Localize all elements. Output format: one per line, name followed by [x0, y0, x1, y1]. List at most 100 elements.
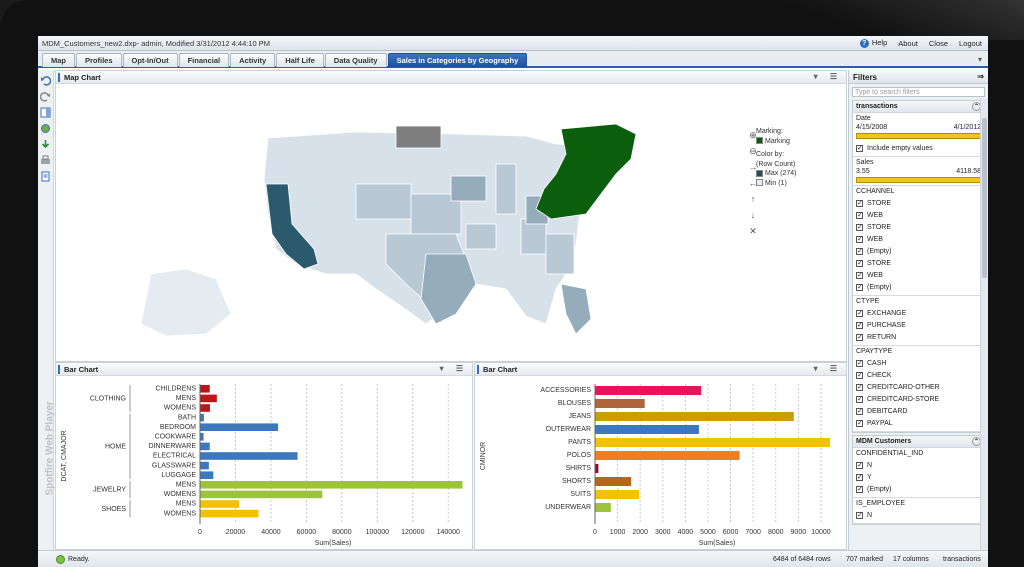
- zoom-out-icon[interactable]: ⊖: [746, 143, 760, 159]
- filter-checkbox[interactable]: ✓ EXCHANGE: [856, 307, 981, 319]
- filter-checkbox[interactable]: ✓ N: [856, 509, 981, 521]
- filter-checkbox[interactable]: ✓ CREDITCARD-OTHER: [856, 381, 981, 393]
- bar[interactable]: [200, 461, 209, 470]
- tab-financial[interactable]: Financial: [178, 53, 230, 67]
- tab-data-quality[interactable]: Data Quality: [324, 53, 387, 67]
- date-to[interactable]: 4/1/2012: [954, 124, 981, 131]
- bar[interactable]: [200, 413, 204, 422]
- filter-checkbox[interactable]: ✓ N: [856, 459, 981, 471]
- bar[interactable]: [595, 438, 830, 447]
- state-alaska[interactable]: [140, 268, 232, 337]
- tab-sales-in-categories-by-geography[interactable]: Sales in Categories by Geography: [387, 53, 528, 67]
- filter-checkbox[interactable]: ✓ DEBITCARD: [856, 405, 981, 417]
- bar[interactable]: [595, 399, 645, 408]
- bar[interactable]: [595, 451, 740, 460]
- filter-search-input[interactable]: Type to search filters: [852, 87, 985, 97]
- state-north-dakota[interactable]: [395, 125, 442, 149]
- bar-chart-right[interactable]: 0 1000 2000 3000 4000 5000 6000 7000 8000 9000 100…: [475, 376, 846, 549]
- bar[interactable]: [200, 471, 214, 479]
- pan-left-icon[interactable]: ←: [746, 175, 760, 191]
- bar[interactable]: [200, 490, 323, 499]
- page-tabs: Map Profiles Opt-In/Out Financial Activity Ha…: [38, 51, 988, 68]
- logout-link[interactable]: Logout: [959, 39, 982, 48]
- filter-checkbox[interactable]: ✓ STORE: [856, 257, 981, 269]
- filter-checkbox[interactable]: ✓ WEB: [856, 269, 981, 281]
- filter-checkbox[interactable]: ✓ (Empty): [856, 281, 981, 293]
- tab-menu-icon[interactable]: ▾: [978, 55, 982, 64]
- us-map[interactable]: [56, 84, 846, 361]
- print-icon[interactable]: [40, 155, 51, 166]
- bar[interactable]: [200, 394, 217, 403]
- bar[interactable]: [200, 481, 463, 489]
- filter-checkbox[interactable]: ✓ CHECK: [856, 369, 981, 381]
- tab-opt-in-out[interactable]: Opt-In/Out: [122, 53, 178, 67]
- x-tick-label: 140000: [437, 529, 460, 536]
- filter-checkbox[interactable]: ✓ WEB: [856, 233, 981, 245]
- status-bar: Ready. 6484 of 6484 rows 707 marked 17 c…: [38, 550, 988, 567]
- panel-menu-icon[interactable]: ▾ ☰: [814, 364, 842, 373]
- bar[interactable]: [200, 423, 279, 431]
- tab-activity[interactable]: Activity: [230, 53, 276, 67]
- bar[interactable]: [595, 412, 794, 421]
- zoom-in-icon[interactable]: ⊕: [746, 127, 760, 143]
- filter-checkbox[interactable]: ✓ Y: [856, 471, 981, 483]
- filters-scrollbar[interactable]: [980, 98, 988, 550]
- legend-marking-item[interactable]: Marking: [756, 137, 797, 147]
- filter-checkbox[interactable]: ✓ CASH: [856, 357, 981, 369]
- bar[interactable]: [200, 404, 210, 412]
- panel-menu-icon[interactable]: ▾ ☰: [814, 72, 842, 81]
- scroll-thumb[interactable]: [982, 118, 987, 278]
- bar[interactable]: [595, 386, 702, 395]
- filter-checkbox[interactable]: ✓ PAYPAL: [856, 417, 981, 429]
- filter-checkbox[interactable]: ✓ (Empty): [856, 245, 981, 257]
- pan-right-icon[interactable]: →: [746, 159, 760, 175]
- pan-up-icon[interactable]: ↑: [746, 191, 760, 207]
- undo-icon[interactable]: [40, 75, 51, 86]
- filter-checkbox[interactable]: ✓ STORE: [856, 197, 981, 209]
- filter-group-title[interactable]: transactions ⌃: [853, 101, 984, 113]
- fit-extent-icon[interactable]: ✕: [746, 223, 760, 239]
- filter-checkbox[interactable]: ✓ PURCHASE: [856, 319, 981, 331]
- bar[interactable]: [595, 503, 611, 512]
- tab-map[interactable]: Map: [42, 53, 75, 67]
- x-tick-label: 6000: [723, 529, 739, 536]
- pdf-icon[interactable]: [40, 171, 51, 182]
- date-from[interactable]: 4/15/2008: [856, 124, 887, 131]
- details-panel-icon[interactable]: [40, 107, 51, 118]
- bar[interactable]: [595, 477, 632, 486]
- about-link[interactable]: About: [898, 39, 918, 48]
- bar[interactable]: [200, 385, 210, 393]
- bar[interactable]: [200, 433, 204, 441]
- tab-half-life[interactable]: Half Life: [276, 53, 324, 67]
- filter-checkbox[interactable]: ✓ (Empty): [856, 483, 981, 495]
- panel-menu-icon[interactable]: ▾ ☰: [440, 364, 468, 373]
- filter-checkbox[interactable]: ✓ RETURN: [856, 331, 981, 343]
- checkbox-filter: CPAYTYPE ✓ CASH ✓ CHECK ✓ CREDITCARD-OTHER ✓ CRE…: [853, 346, 984, 432]
- pan-down-icon[interactable]: ↓: [746, 207, 760, 223]
- bar[interactable]: [200, 509, 259, 518]
- sales-from[interactable]: 3.55: [856, 168, 870, 175]
- filter-checkbox[interactable]: ✓ STORE: [856, 221, 981, 233]
- bar[interactable]: [200, 452, 298, 460]
- filter-group-title[interactable]: MDM Customers ⌃: [853, 436, 984, 448]
- close-link[interactable]: Close: [929, 39, 948, 48]
- tab-profiles[interactable]: Profiles: [76, 53, 122, 67]
- bookmark-icon[interactable]: [40, 123, 51, 134]
- bar[interactable]: [200, 442, 210, 451]
- filter-checkbox[interactable]: ✓ CREDITCARD-STORE: [856, 393, 981, 405]
- bar[interactable]: [595, 464, 599, 473]
- export-icon[interactable]: [40, 139, 51, 150]
- redo-icon[interactable]: [40, 91, 51, 102]
- filter-checkbox[interactable]: ✓ WEB: [856, 209, 981, 221]
- date-range-slider[interactable]: [856, 133, 981, 139]
- help-link[interactable]: ? Help: [859, 38, 887, 48]
- collapse-panel-icon[interactable]: ⇒: [977, 72, 984, 81]
- bar-chart-left[interactable]: 0 20000 40000 60000 80000 100000 120000 140000 C…: [56, 376, 472, 549]
- include-empty-checkbox[interactable]: ✓ Include empty values: [856, 142, 981, 154]
- bar[interactable]: [200, 500, 240, 508]
- sales-to[interactable]: 4118.58: [956, 168, 981, 175]
- sales-range-slider[interactable]: [856, 177, 981, 183]
- bar[interactable]: [595, 425, 699, 434]
- checkbox-filter: CCHANNEL ✓ STORE ✓ WEB ✓ STORE ✓ WEB ✓ (Empty) ✓ STO…: [853, 186, 984, 296]
- bar[interactable]: [595, 490, 640, 499]
